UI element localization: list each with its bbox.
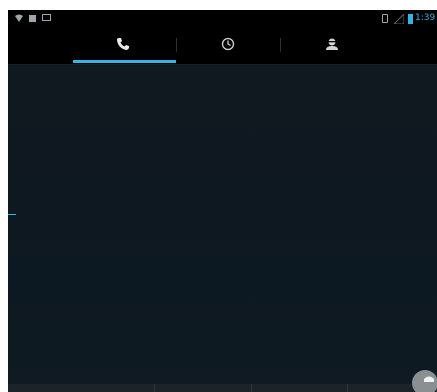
vibrate-icon	[382, 14, 388, 23]
image-icon	[42, 14, 51, 21]
floating-action-button[interactable]	[412, 370, 437, 392]
toolbar-divider	[347, 384, 348, 392]
status-bar: 1:39	[8, 10, 437, 28]
bottom-toolbar[interactable]	[8, 384, 437, 392]
tab-phone[interactable]	[70, 28, 176, 64]
battery-icon	[408, 14, 413, 24]
toolbar-divider	[154, 384, 155, 392]
wifi-icon	[15, 14, 23, 22]
dialpad-icon	[424, 376, 434, 382]
edge-indicator	[8, 214, 16, 215]
tab-contacts[interactable]	[280, 28, 384, 64]
tab-history[interactable]	[176, 28, 280, 64]
phone-icon	[117, 38, 129, 50]
signal-icon	[394, 14, 404, 24]
clock-icon	[221, 37, 235, 51]
tab-bar	[8, 28, 437, 65]
selected-tab-indicator	[73, 60, 176, 63]
toolbar-divider	[251, 384, 252, 392]
notification-icon	[29, 15, 36, 22]
contact-icon	[326, 38, 338, 50]
dialer-screen: 1:39	[8, 10, 437, 392]
status-time: 1:39	[415, 13, 436, 23]
